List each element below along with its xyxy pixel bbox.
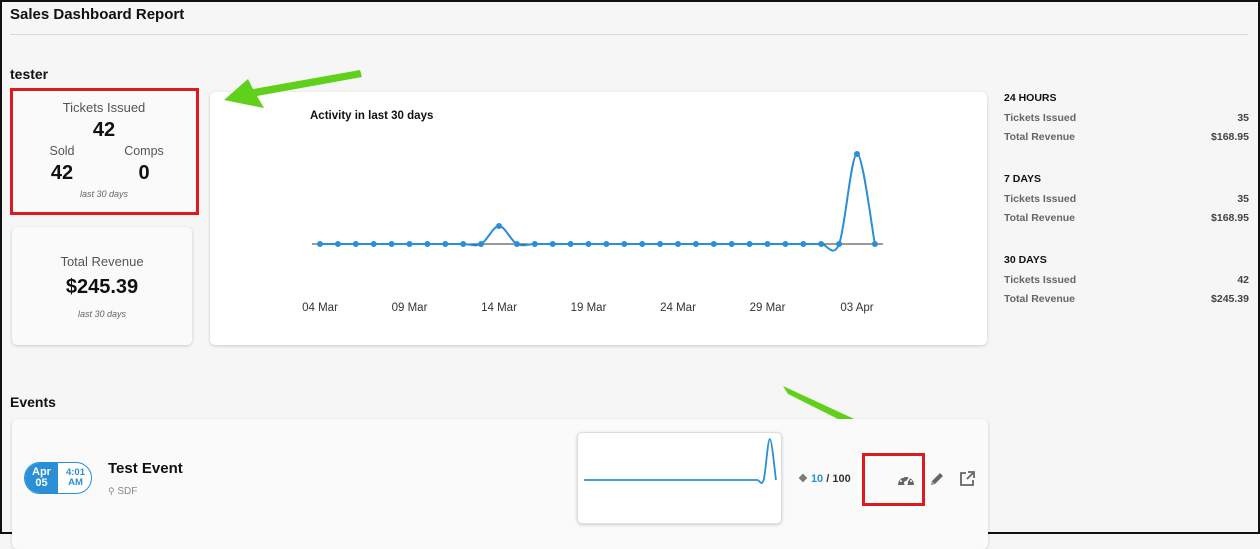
event-mini-chart-card	[577, 432, 782, 524]
pencil-icon[interactable]	[927, 469, 947, 489]
summary-heading: 7 DAYS	[1004, 173, 1041, 185]
summary-row: Total Revenue $245.39	[1004, 293, 1249, 312]
summary-group: 24 HOURS Tickets Issued 35 Total Revenue $16…	[1004, 92, 1249, 150]
summary-row-label: Total Revenue	[1004, 212, 1075, 224]
map-pin-icon: ⚲	[108, 486, 115, 496]
tickets-sold: 10	[810, 473, 824, 485]
event-tickets: ❖ 10 / 100	[798, 472, 851, 485]
event-location: ⚲ SDF	[108, 486, 137, 497]
summary-row-label: Total Revenue	[1004, 293, 1075, 305]
summary-row-value: $168.95	[1211, 212, 1249, 224]
summary-row-value: $245.39	[1211, 293, 1249, 305]
tickets-capacity: / 100	[826, 473, 851, 485]
event-time: 4:01 AM	[58, 463, 91, 493]
events-heading: Events	[10, 394, 56, 410]
summary-heading: 30 DAYS	[1004, 254, 1047, 266]
event-name[interactable]: Test Event	[108, 460, 183, 477]
summary-row: Tickets Issued 35	[1004, 193, 1249, 212]
ticket-icon: ❖	[798, 473, 808, 485]
summary-row-value: 35	[1237, 112, 1249, 124]
summary-heading: 24 HOURS	[1004, 92, 1057, 104]
event-date: Apr 05	[25, 463, 58, 493]
summary-row-label: Tickets Issued	[1004, 112, 1077, 124]
summary-row: Total Revenue $168.95	[1004, 212, 1249, 231]
event-date-badge: Apr 05 4:01 AM	[24, 462, 92, 494]
event-day: 05	[35, 477, 48, 489]
summary-row-label: Tickets Issued	[1004, 193, 1077, 205]
summary-row-label: Tickets Issued	[1004, 274, 1077, 286]
event-location-text: SDF	[117, 486, 138, 497]
summary-row-value: $168.95	[1211, 131, 1249, 143]
summary-row: Tickets Issued 42	[1004, 274, 1249, 293]
summary-row-value: 35	[1237, 193, 1249, 205]
summary-group: 7 DAYS Tickets Issued 35 Total Revenue $168.…	[1004, 173, 1249, 231]
summary-group: 30 DAYS Tickets Issued 42 Total Revenue $245…	[1004, 254, 1249, 312]
event-time-ampm: AM	[68, 477, 83, 488]
summary-row: Tickets Issued 35	[1004, 112, 1249, 131]
highlight-box-dashboard	[862, 453, 925, 506]
mini-chart-line	[584, 438, 777, 484]
event-mini-chart	[584, 438, 777, 484]
summary-row-value: 42	[1237, 274, 1249, 286]
summary-row-label: Total Revenue	[1004, 131, 1075, 143]
summary-row: Total Revenue $168.95	[1004, 131, 1249, 150]
external-link-icon[interactable]	[957, 468, 977, 488]
arrow-to-tickets	[224, 70, 362, 108]
